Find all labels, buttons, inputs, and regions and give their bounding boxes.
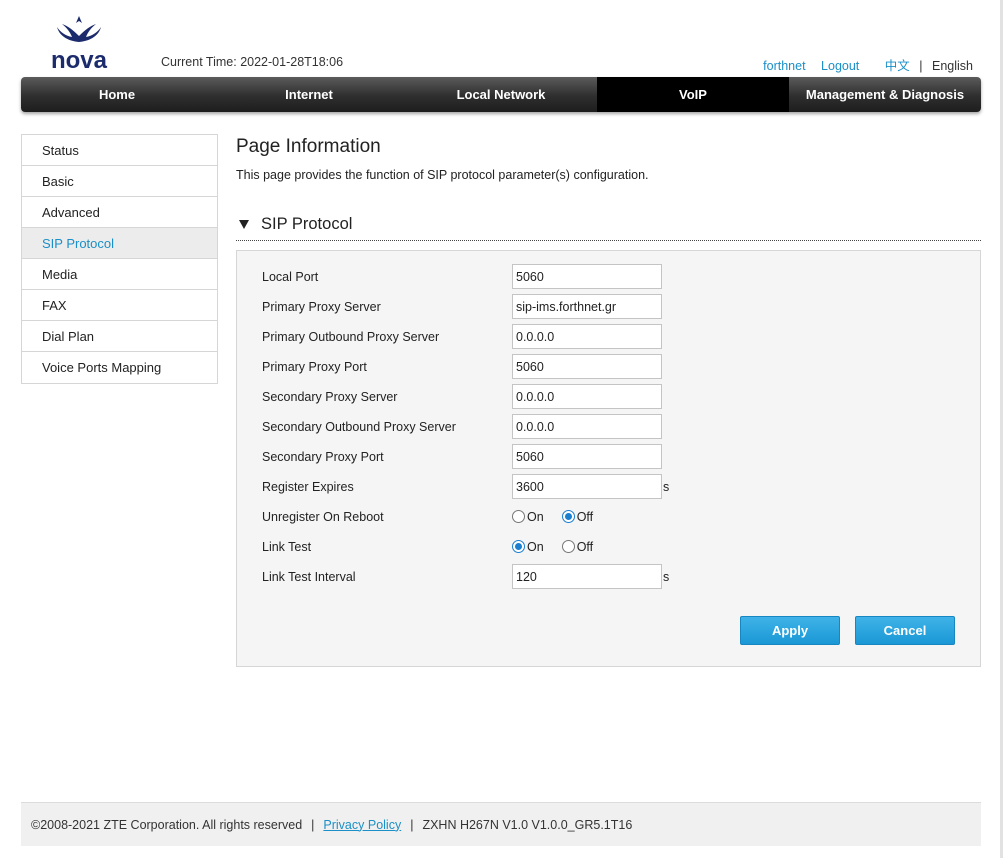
sidebar-item-dial-plan[interactable]: Dial Plan <box>22 321 217 352</box>
lang-zh-link[interactable]: 中文 <box>885 59 910 73</box>
unregister-on-reboot-off-label: Off <box>576 509 594 524</box>
footer-copyright: ©2008-2021 ZTE Corporation. All rights r… <box>31 817 303 832</box>
nav-management-diagnosis[interactable]: Management & Diagnosis <box>789 77 981 112</box>
label-link-test: Link Test <box>262 539 312 554</box>
sidebar-item-status[interactable]: Status <box>22 135 217 166</box>
label-secondary-proxy-server: Secondary Proxy Server <box>262 389 398 404</box>
sip-form-panel: Local Port Primary Proxy Server Primary … <box>236 250 981 667</box>
current-time-value: 2022-01-28T18:06 <box>240 55 344 69</box>
footer-separator: | <box>410 817 414 832</box>
nova-logo: nova <box>46 12 112 74</box>
register-expires-input[interactable] <box>512 474 662 499</box>
current-time-label: Current Time: <box>161 55 237 69</box>
label-primary-outbound-proxy-server: Primary Outbound Proxy Server <box>262 329 440 344</box>
link-test-off-label: Off <box>576 539 594 554</box>
label-primary-proxy-server: Primary Proxy Server <box>262 299 381 314</box>
main-nav: Home Internet Local Network VoIP Managem… <box>21 77 981 112</box>
secondary-proxy-server-input[interactable] <box>512 384 662 409</box>
page-title: Page Information <box>236 136 381 157</box>
privacy-policy-link[interactable]: Privacy Policy <box>323 818 401 832</box>
link-test-on-radio[interactable] <box>512 540 525 553</box>
footer-model: ZXHN H267N V1.0 V1.0.0_GR5.1T16 <box>422 817 633 832</box>
nav-local-network[interactable]: Local Network <box>405 77 597 112</box>
row-link-test: Link Test On Off <box>262 534 611 559</box>
label-register-expires: Register Expires <box>262 479 354 494</box>
link-test-interval-input[interactable] <box>512 564 662 589</box>
row-register-expires: Register Expires s <box>262 474 669 499</box>
footer: ©2008-2021 ZTE Corporation. All rights r… <box>21 802 981 846</box>
label-unregister-on-reboot: Unregister On Reboot <box>262 509 384 524</box>
primary-proxy-port-input[interactable] <box>512 354 662 379</box>
row-primary-outbound-proxy-server: Primary Outbound Proxy Server <box>262 324 662 349</box>
cancel-button[interactable]: Cancel <box>855 616 955 645</box>
link-test-on-label: On <box>527 539 544 554</box>
footer-separator: | <box>311 817 315 832</box>
register-expires-unit: s <box>663 479 670 494</box>
apply-button[interactable]: Apply <box>740 616 840 645</box>
unregister-on-reboot-off-radio[interactable] <box>561 510 575 523</box>
nav-internet[interactable]: Internet <box>213 77 405 112</box>
section-header-sip-protocol[interactable]: SIP Protocol <box>236 209 981 241</box>
sidebar: Status Basic Advanced SIP Protocol Media… <box>21 134 218 384</box>
primary-outbound-proxy-server-input[interactable] <box>512 324 662 349</box>
label-link-test-interval: Link Test Interval <box>262 569 356 584</box>
current-time: Current Time: 2022-01-28T18:06 <box>161 55 343 69</box>
lang-separator: | <box>919 59 923 73</box>
primary-proxy-server-input[interactable] <box>512 294 662 319</box>
row-unregister-on-reboot: Unregister On Reboot On Off <box>262 504 611 529</box>
label-local-port: Local Port <box>262 269 319 284</box>
link-test-radio-group: On Off <box>512 540 611 554</box>
sidebar-item-voice-ports-mapping[interactable]: Voice Ports Mapping <box>22 352 217 383</box>
sidebar-item-basic[interactable]: Basic <box>22 166 217 197</box>
label-secondary-proxy-port: Secondary Proxy Port <box>262 449 384 464</box>
row-local-port: Local Port <box>262 264 662 289</box>
link-test-interval-unit: s <box>663 569 670 584</box>
section-title: SIP Protocol <box>261 215 353 233</box>
top-links: forthnet Logout 中文 | English <box>763 55 973 74</box>
sidebar-item-advanced[interactable]: Advanced <box>22 197 217 228</box>
link-test-off-radio[interactable] <box>561 540 575 553</box>
page-description: This page provides the function of SIP p… <box>236 168 649 182</box>
row-secondary-proxy-server: Secondary Proxy Server <box>262 384 662 409</box>
nav-voip[interactable]: VoIP <box>597 77 789 112</box>
row-secondary-outbound-proxy-server: Secondary Outbound Proxy Server <box>262 414 662 439</box>
logout-link[interactable]: Logout <box>821 59 859 73</box>
unregister-on-reboot-radio-group: On Off <box>512 510 611 524</box>
secondary-outbound-proxy-server-input[interactable] <box>512 414 662 439</box>
sidebar-item-fax[interactable]: FAX <box>22 290 217 321</box>
sidebar-item-sip-protocol[interactable]: SIP Protocol <box>22 228 217 259</box>
user-link[interactable]: forthnet <box>763 59 805 73</box>
sidebar-item-media[interactable]: Media <box>22 259 217 290</box>
nav-home[interactable]: Home <box>21 77 213 112</box>
label-secondary-outbound-proxy-server: Secondary Outbound Proxy Server <box>262 419 456 434</box>
row-primary-proxy-server: Primary Proxy Server <box>262 294 662 319</box>
secondary-proxy-port-input[interactable] <box>512 444 662 469</box>
label-primary-proxy-port: Primary Proxy Port <box>262 359 367 374</box>
logo-text: nova <box>51 47 108 74</box>
collapse-triangle-icon <box>239 220 249 229</box>
row-primary-proxy-port: Primary Proxy Port <box>262 354 662 379</box>
unregister-on-reboot-on-radio[interactable] <box>512 510 525 523</box>
row-link-test-interval: Link Test Interval s <box>262 564 669 589</box>
row-secondary-proxy-port: Secondary Proxy Port <box>262 444 662 469</box>
lang-en-link[interactable]: English <box>932 59 973 73</box>
nova-logo-icon: nova <box>51 16 108 74</box>
local-port-input[interactable] <box>512 264 662 289</box>
unregister-on-reboot-on-label: On <box>527 509 544 524</box>
